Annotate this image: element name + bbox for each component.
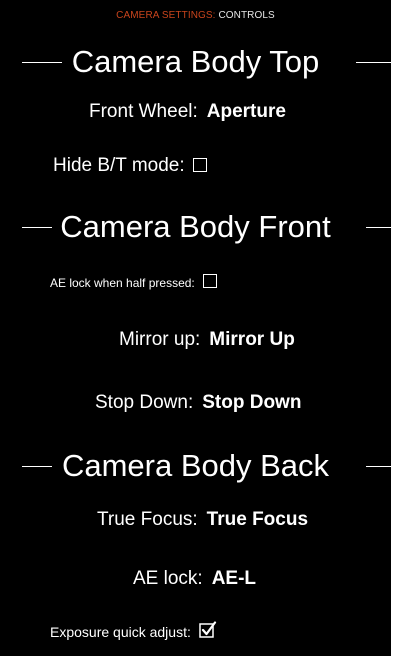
settings-screen: CAMERA SETTINGS: CONTROLS Camera Body To…: [0, 0, 391, 656]
ae-lock-label: AE lock:: [133, 568, 203, 589]
ae-lock-setting[interactable]: AE lock: AE-L: [133, 568, 391, 590]
section-title: Camera Body Front: [60, 209, 331, 244]
mirror-up-setting[interactable]: Mirror up: Mirror Up: [119, 329, 391, 351]
section-rule-right: [366, 227, 391, 228]
checkbox-unchecked-icon[interactable]: [192, 157, 207, 172]
section-title: Camera Body Top: [71, 44, 320, 79]
exposure-quick-adjust-label: Exposure quick adjust:: [50, 624, 191, 641]
front-wheel-setting[interactable]: Front Wheel: Aperture: [89, 101, 391, 123]
true-focus-value[interactable]: True Focus: [207, 509, 308, 530]
ae-lock-value[interactable]: AE-L: [212, 568, 256, 589]
section-camera-body-front: Camera Body Front: [0, 207, 391, 247]
section-camera-body-back: Camera Body Back: [0, 446, 391, 486]
ae-lock-half-pressed-setting[interactable]: AE lock when half pressed:: [50, 273, 391, 292]
breadcrumb: CAMERA SETTINGS: CONTROLS: [0, 10, 391, 21]
breadcrumb-section[interactable]: CAMERA SETTINGS:: [116, 10, 215, 21]
stop-down-setting[interactable]: Stop Down: Stop Down: [95, 392, 391, 414]
ae-lock-half-pressed-label: AE lock when half pressed:: [50, 276, 195, 290]
hide-bt-mode-label: Hide B/T mode:: [53, 155, 185, 176]
section-camera-body-top: Camera Body Top: [0, 42, 391, 82]
checkbox-checked-icon[interactable]: [199, 621, 217, 639]
section-rule-right: [366, 466, 391, 467]
true-focus-label: True Focus:: [97, 509, 198, 530]
true-focus-setting[interactable]: True Focus: True Focus: [97, 509, 391, 531]
exposure-quick-adjust-setting[interactable]: Exposure quick adjust:: [50, 621, 391, 642]
checkbox-unchecked-icon[interactable]: [202, 273, 217, 288]
stop-down-label: Stop Down:: [95, 392, 194, 413]
section-title: Camera Body Back: [61, 448, 330, 483]
front-wheel-label: Front Wheel:: [89, 101, 198, 122]
mirror-up-value[interactable]: Mirror Up: [209, 329, 295, 350]
section-rule-right: [356, 62, 391, 63]
mirror-up-label: Mirror up:: [119, 329, 201, 350]
screen-edge: [391, 0, 403, 656]
hide-bt-mode-setting[interactable]: Hide B/T mode:: [53, 155, 391, 177]
breadcrumb-current: CONTROLS: [218, 10, 275, 21]
front-wheel-value[interactable]: Aperture: [207, 101, 286, 122]
stop-down-value[interactable]: Stop Down: [202, 392, 301, 413]
